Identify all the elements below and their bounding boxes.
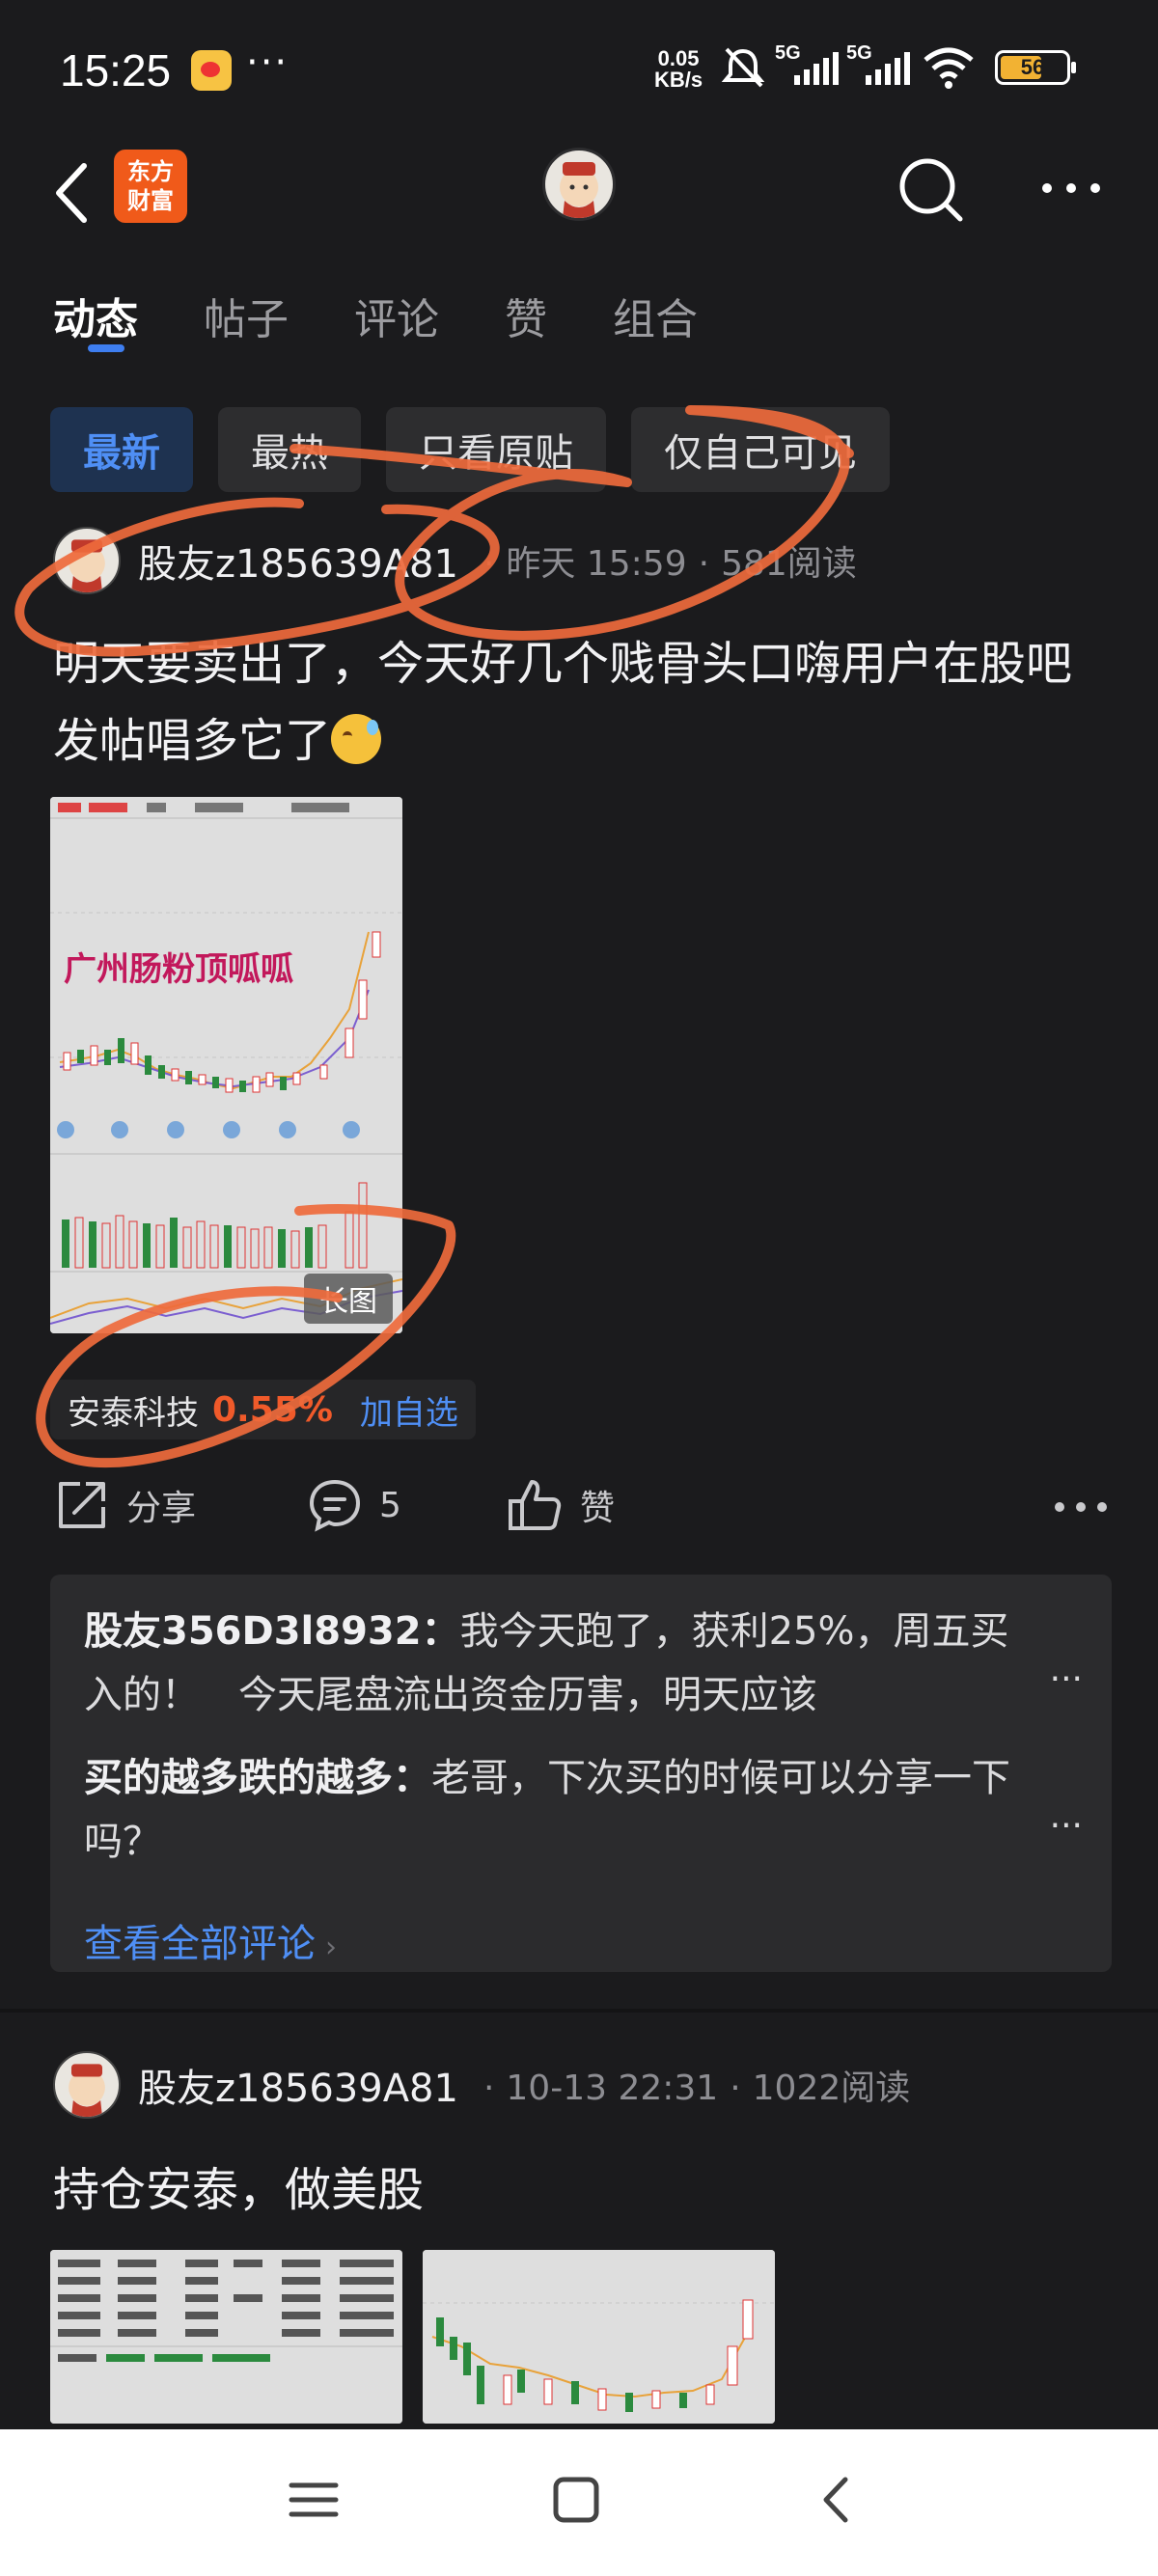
logo-text-1: 东方 xyxy=(127,158,174,185)
kline-chart-icon: 广州肠粉顶呱呱 xyxy=(50,797,402,1333)
filter-latest[interactable]: 最新 xyxy=(50,407,193,492)
recent-apps-icon[interactable] xyxy=(280,2466,347,2534)
fortune-god-avatar-icon xyxy=(560,162,598,218)
mute-bell-icon xyxy=(721,47,765,88)
post-reads: 581阅读 xyxy=(721,544,857,584)
image-overlay-text: 广州肠粉顶呱呱 xyxy=(64,950,293,989)
author-name[interactable]: 股友z185639A81 xyxy=(138,2057,458,2113)
comment-preview[interactable]: 股友356D3l8932：我今天跑了，获利25%，周五买入的！ 今天尾盘流出资金… xyxy=(50,1575,1112,1972)
system-back-icon[interactable] xyxy=(803,2466,870,2534)
author-name[interactable]: 股友z185639A81 xyxy=(138,533,458,589)
profile-tabs: 动态 帖子 评论 赞 组合 xyxy=(53,285,763,362)
network-speed-value: 0.05 xyxy=(657,46,700,70)
comment-item[interactable]: 股友356D3l8932：我今天跑了，获利25%，周五买入的！ 今天尾盘流出资金… xyxy=(84,1600,1039,1727)
status-bar: 15:25 ··· 0.05 KB/s 5G 5G 56 xyxy=(0,0,1158,140)
post-reads: 1022阅读 xyxy=(752,2069,911,2108)
filter-hottest[interactable]: 最热 xyxy=(218,407,361,492)
stock-tag[interactable]: 安泰科技 0.55% 加自选 xyxy=(50,1380,476,1439)
like-label: 赞 xyxy=(580,1489,616,1528)
search-icon[interactable] xyxy=(893,151,970,229)
post-more-icon[interactable] xyxy=(1052,1495,1110,1519)
view-all-label: 查看全部评论 xyxy=(84,1922,316,1966)
comment-count: 5 xyxy=(379,1485,401,1525)
view-all-comments-link[interactable]: 查看全部评论 › xyxy=(84,1912,337,1968)
post-meta: · 10-13 22:31 · 1022阅读 xyxy=(482,2069,911,2108)
network-type-1: 5G xyxy=(775,42,801,64)
comment-bubble-icon xyxy=(309,1479,361,1532)
stock-name: 安泰科技 xyxy=(68,1393,199,1433)
profile-avatar[interactable] xyxy=(542,148,616,221)
more-options-icon[interactable] xyxy=(1037,159,1105,217)
cell-signal-2-icon: 5G xyxy=(846,42,910,85)
status-time: 15:25 xyxy=(60,45,172,96)
author-avatar[interactable] xyxy=(53,527,121,594)
more-notifications-icon: ··· xyxy=(246,41,290,85)
wifi-icon xyxy=(924,47,974,89)
top-nav: 东方 财富 xyxy=(0,140,1158,285)
comment-user: 买的越多跌的越多： xyxy=(84,1756,431,1800)
post-text: 明天要卖出了，今天好几个贱骨头口嗨用户在股吧发帖唱多它了 xyxy=(53,637,1073,768)
add-to-watchlist-button[interactable]: 加自选 xyxy=(360,1386,458,1434)
comment-ellipsis: ... xyxy=(1049,1796,1083,1836)
logo-text-2: 财富 xyxy=(127,187,174,214)
comment-ellipsis: ... xyxy=(1049,1650,1083,1689)
post-time: 10-13 22:31 xyxy=(506,2069,719,2108)
post-image-quote-table[interactable] xyxy=(50,2250,402,2424)
tab-comments[interactable]: 评论 xyxy=(354,285,439,362)
filter-chips: 最新 最热 只看原贴 仅自己可见 xyxy=(50,407,890,492)
author-avatar[interactable] xyxy=(53,2051,121,2119)
sweat-smile-emoji-icon xyxy=(331,714,382,764)
tab-activity[interactable]: 动态 xyxy=(53,285,138,362)
share-button[interactable]: 分享 xyxy=(53,1476,196,1534)
fortune-god-avatar-icon xyxy=(69,2064,105,2117)
post-body[interactable]: 持仓安泰，做美股 xyxy=(53,2151,1115,2229)
stock-change: 0.55% xyxy=(212,1389,333,1430)
network-speed-unit: KB/s xyxy=(654,68,703,92)
thumbs-up-icon xyxy=(509,1480,562,1530)
comment-item[interactable]: 买的越多跌的越多：老哥，下次买的时候可以分享一下吗？ xyxy=(84,1746,1039,1874)
post-meta: · 昨天 15:59 · 581阅读 xyxy=(482,544,857,584)
comment-button[interactable]: 5 xyxy=(306,1476,401,1534)
post-divider xyxy=(0,2009,1158,2013)
system-nav-bar xyxy=(0,2429,1158,2576)
tab-posts[interactable]: 帖子 xyxy=(204,285,289,362)
filter-private[interactable]: 仅自己可见 xyxy=(631,407,890,492)
tab-portfolio[interactable]: 组合 xyxy=(613,285,698,362)
like-button[interactable]: 赞 xyxy=(505,1476,615,1534)
chevron-right-icon: › xyxy=(325,1931,337,1964)
post-header: 股友z185639A81 · 10-13 22:31 · 1022阅读 xyxy=(53,2047,910,2123)
post-image-kline[interactable] xyxy=(423,2250,775,2424)
quote-table-icon xyxy=(50,2250,402,2424)
post-image-stock-chart[interactable]: 广州肠粉顶呱呱 长图 xyxy=(50,797,402,1333)
post-header: 股友z185639A81 · 昨天 15:59 · 581阅读 xyxy=(53,523,857,598)
filter-original-only[interactable]: 只看原贴 xyxy=(386,407,606,492)
battery-level: 56 xyxy=(1020,55,1045,79)
home-icon[interactable] xyxy=(542,2466,610,2534)
battery-icon: 56 xyxy=(995,50,1076,85)
weibo-notification-icon xyxy=(191,50,232,91)
kline-chart-icon xyxy=(423,2250,775,2424)
long-image-badge: 长图 xyxy=(304,1274,393,1324)
tab-likes[interactable]: 赞 xyxy=(505,285,547,362)
back-arrow-icon[interactable] xyxy=(43,154,101,232)
eastmoney-logo[interactable]: 东方 财富 xyxy=(114,150,187,223)
network-type-2: 5G xyxy=(846,42,872,64)
post-time: 昨天 15:59 xyxy=(506,544,687,584)
post-actions: 分享 5 赞 xyxy=(53,1476,1115,1544)
comment-user: 股友356D3l8932： xyxy=(84,1609,460,1654)
cell-signal-1-icon: 5G xyxy=(775,42,839,85)
network-speed: 0.05 KB/s xyxy=(654,48,703,91)
fortune-god-avatar-icon xyxy=(69,539,105,592)
post-body[interactable]: 明天要卖出了，今天好几个贱骨头口嗨用户在股吧发帖唱多它了 xyxy=(53,625,1115,780)
share-label: 分享 xyxy=(126,1489,197,1528)
share-icon xyxy=(59,1482,105,1528)
